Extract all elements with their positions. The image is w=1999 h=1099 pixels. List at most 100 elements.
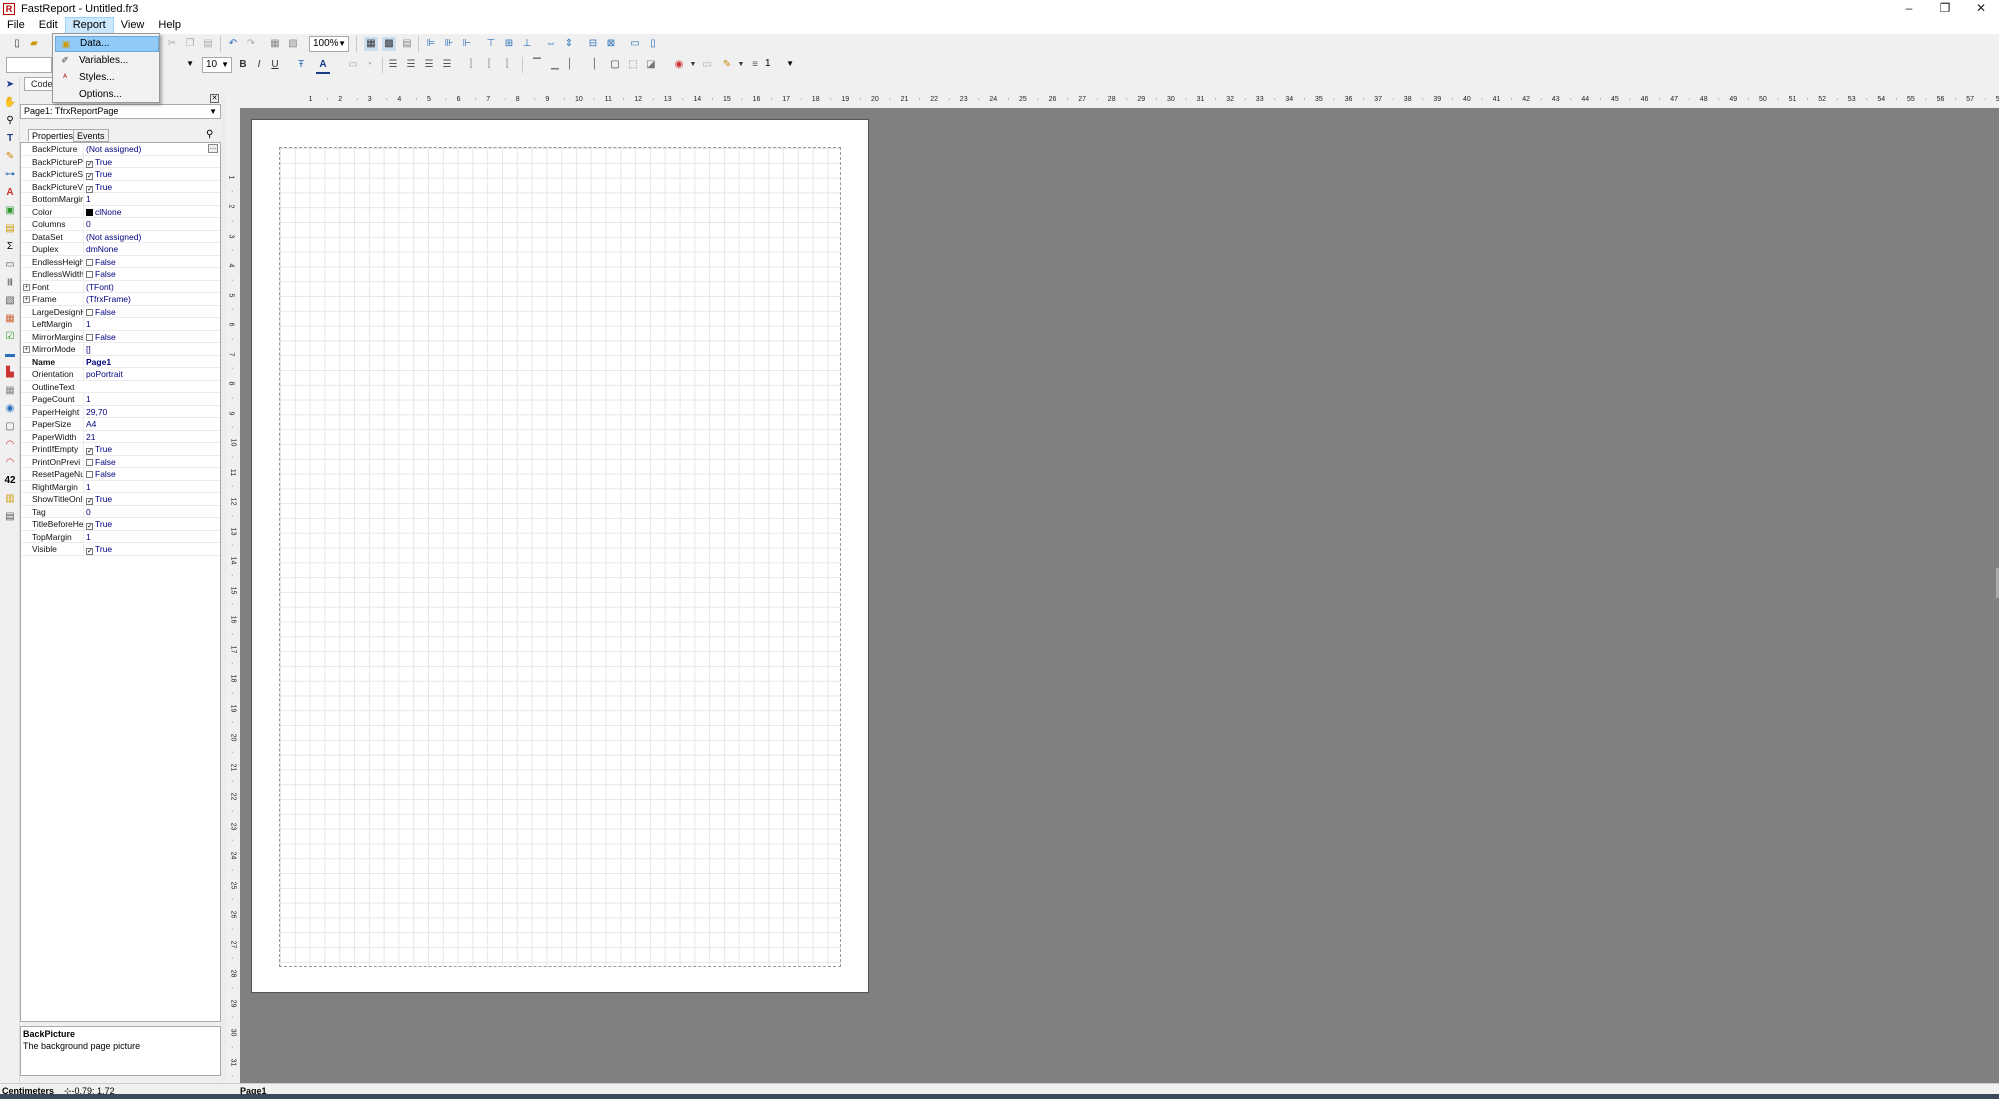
font-color-icon[interactable]: A bbox=[316, 58, 330, 74]
memo-tool-icon[interactable]: A bbox=[3, 186, 17, 200]
property-row[interactable]: Columns 0 bbox=[21, 218, 220, 231]
text-justify-icon[interactable]: ☰ bbox=[440, 58, 454, 72]
italic-button[interactable]: I bbox=[252, 58, 266, 72]
align-right-icon[interactable]: ⊩ bbox=[460, 37, 474, 51]
expand-icon[interactable]: + bbox=[23, 296, 30, 303]
digital-signature-icon[interactable]: 42 bbox=[3, 474, 17, 488]
style-combo[interactable] bbox=[6, 57, 52, 73]
menu-report[interactable]: Report bbox=[64, 17, 114, 34]
checked-checkbox-icon[interactable]: ✓ bbox=[86, 548, 93, 555]
ungroup-icon[interactable]: ▧ bbox=[286, 37, 300, 51]
zoom-tool-icon[interactable]: ⚲ bbox=[3, 114, 17, 128]
line-tool-icon[interactable]: ▬ bbox=[3, 348, 17, 362]
zoom-combo[interactable]: 100% ▼ bbox=[309, 36, 349, 52]
property-value[interactable]: ✓ True bbox=[83, 155, 220, 168]
property-row[interactable]: ResetPageNu False bbox=[21, 468, 220, 481]
page-margin-area[interactable] bbox=[279, 147, 841, 967]
property-value[interactable]: clNone bbox=[83, 205, 220, 218]
frame-color-icon[interactable]: ✎ bbox=[720, 58, 734, 72]
chart-tool-icon[interactable]: ▙ bbox=[3, 366, 17, 380]
property-value[interactable]: 21 bbox=[83, 430, 220, 443]
property-row[interactable]: RightMargin 1 bbox=[21, 480, 220, 493]
property-row[interactable]: LargeDesignH False bbox=[21, 305, 220, 318]
picture-tool-icon[interactable]: ▣ bbox=[3, 204, 17, 218]
property-row[interactable]: DataSet (Not assigned) bbox=[21, 230, 220, 243]
property-value[interactable]: False bbox=[83, 268, 220, 281]
property-row[interactable]: BackPictureS ✓ True bbox=[21, 168, 220, 181]
shape-tool-icon[interactable]: ▢ bbox=[3, 420, 17, 434]
expand-icon[interactable]: + bbox=[23, 346, 30, 353]
shadow-icon[interactable]: ◪ bbox=[644, 58, 658, 72]
property-row[interactable]: PaperHeight 29,70 bbox=[21, 405, 220, 418]
property-value[interactable]: 1 bbox=[83, 318, 220, 331]
property-value[interactable]: 0 bbox=[83, 218, 220, 231]
close-inspector-icon[interactable]: ✕ bbox=[210, 94, 219, 103]
checked-checkbox-icon[interactable]: ✓ bbox=[86, 498, 93, 505]
property-value[interactable]: 1 bbox=[83, 480, 220, 493]
gauge-tool-icon[interactable]: ◠ bbox=[3, 438, 17, 452]
text-align-top-icon[interactable]: ⫿ bbox=[464, 58, 478, 72]
dialog-controls-icon[interactable]: ▤ bbox=[3, 510, 17, 524]
unchecked-checkbox-icon[interactable] bbox=[86, 333, 93, 341]
property-value[interactable]: [] bbox=[83, 343, 220, 356]
menu-report-options[interactable]: Options... bbox=[55, 87, 159, 103]
highlight-text-icon[interactable]: ▭ bbox=[346, 58, 360, 72]
property-value[interactable]: False bbox=[83, 468, 220, 481]
property-value[interactable]: (Not assigned) bbox=[83, 230, 220, 243]
menu-view[interactable]: View bbox=[114, 17, 152, 34]
same-width-icon[interactable]: ▭ bbox=[628, 37, 642, 51]
space-vertically-icon[interactable]: ⇕ bbox=[562, 37, 576, 51]
ellipsis-button[interactable]: … bbox=[208, 144, 218, 153]
text-align-middle-icon[interactable]: ⫿ bbox=[482, 58, 496, 72]
rich-text-icon[interactable]: ▧ bbox=[3, 294, 17, 308]
highlight-icon[interactable]: Ŧ bbox=[294, 58, 308, 72]
property-row[interactable]: TopMargin 1 bbox=[21, 530, 220, 543]
property-row[interactable]: PrintOnPrevi False bbox=[21, 455, 220, 468]
new-report-icon[interactable]: ▯ bbox=[10, 37, 24, 51]
unchecked-checkbox-icon[interactable] bbox=[86, 471, 93, 478]
menu-report-styles[interactable]: ᴬ Styles... bbox=[55, 70, 159, 86]
chevron-down-icon[interactable]: ▼ bbox=[686, 58, 700, 72]
frame-width-combo[interactable]: 1 ▼ bbox=[762, 57, 796, 73]
property-row[interactable]: Color clNone bbox=[21, 205, 220, 218]
text-align-bottom-icon[interactable]: ⫿ bbox=[500, 58, 514, 72]
menu-file[interactable]: File bbox=[0, 17, 32, 34]
property-row[interactable]: EndlessHeigh False bbox=[21, 255, 220, 268]
bold-button[interactable]: B bbox=[236, 58, 250, 72]
checked-checkbox-icon[interactable]: ✓ bbox=[86, 173, 93, 180]
menu-report-data[interactable]: ▣ Data... bbox=[55, 36, 159, 52]
text-align-left-icon[interactable]: ☰ bbox=[386, 58, 400, 72]
undo-icon[interactable]: ↶ bbox=[226, 37, 240, 51]
property-value[interactable]: ✓ True bbox=[83, 493, 220, 506]
frame-none-icon[interactable]: ⬚ bbox=[626, 58, 640, 72]
text-tool-icon[interactable]: T bbox=[3, 132, 17, 146]
text-align-center-icon[interactable]: ☰ bbox=[404, 58, 418, 72]
cut-icon[interactable]: ✂ bbox=[165, 37, 179, 51]
property-row[interactable]: Visible ✓ True bbox=[21, 543, 220, 556]
menu-help[interactable]: Help bbox=[151, 17, 188, 34]
hand-tool-icon[interactable]: ✋ bbox=[3, 96, 17, 110]
property-row[interactable]: BackPictureVi ✓ True bbox=[21, 180, 220, 193]
table-tool-icon[interactable]: ▥ bbox=[3, 492, 17, 506]
align-top-icon[interactable]: ⊤ bbox=[484, 37, 498, 51]
property-row[interactable]: + MirrorMode [] bbox=[21, 343, 220, 356]
maximize-button[interactable]: ❐ bbox=[1927, 0, 1963, 17]
property-value[interactable]: False bbox=[83, 455, 220, 468]
align-left-icon[interactable]: ⊫ bbox=[424, 37, 438, 51]
menu-edit[interactable]: Edit bbox=[32, 17, 65, 34]
property-value[interactable]: ✓ True bbox=[83, 543, 220, 556]
property-row[interactable]: Name Page1 bbox=[21, 355, 220, 368]
minimize-button[interactable]: – bbox=[1891, 0, 1927, 17]
property-row[interactable]: PrintIfEmpty ✓ True bbox=[21, 443, 220, 456]
property-value[interactable]: 0 bbox=[83, 505, 220, 518]
align-bottom-icon[interactable]: ⊥ bbox=[520, 37, 534, 51]
property-value[interactable]: (TFont) bbox=[83, 280, 220, 293]
property-row[interactable]: OutlineText bbox=[21, 381, 220, 393]
checked-checkbox-icon[interactable]: ✓ bbox=[86, 523, 93, 530]
font-name-combo[interactable]: ▼ bbox=[160, 57, 196, 73]
property-row[interactable]: BackPicture (Not assigned)… bbox=[21, 143, 220, 156]
unchecked-checkbox-icon[interactable] bbox=[86, 271, 93, 278]
frame-all-icon[interactable]: ▢ bbox=[608, 58, 622, 72]
fill-editor-icon[interactable]: ▭ bbox=[700, 58, 714, 72]
barcode-tool-icon[interactable]: ||| bbox=[3, 276, 17, 290]
